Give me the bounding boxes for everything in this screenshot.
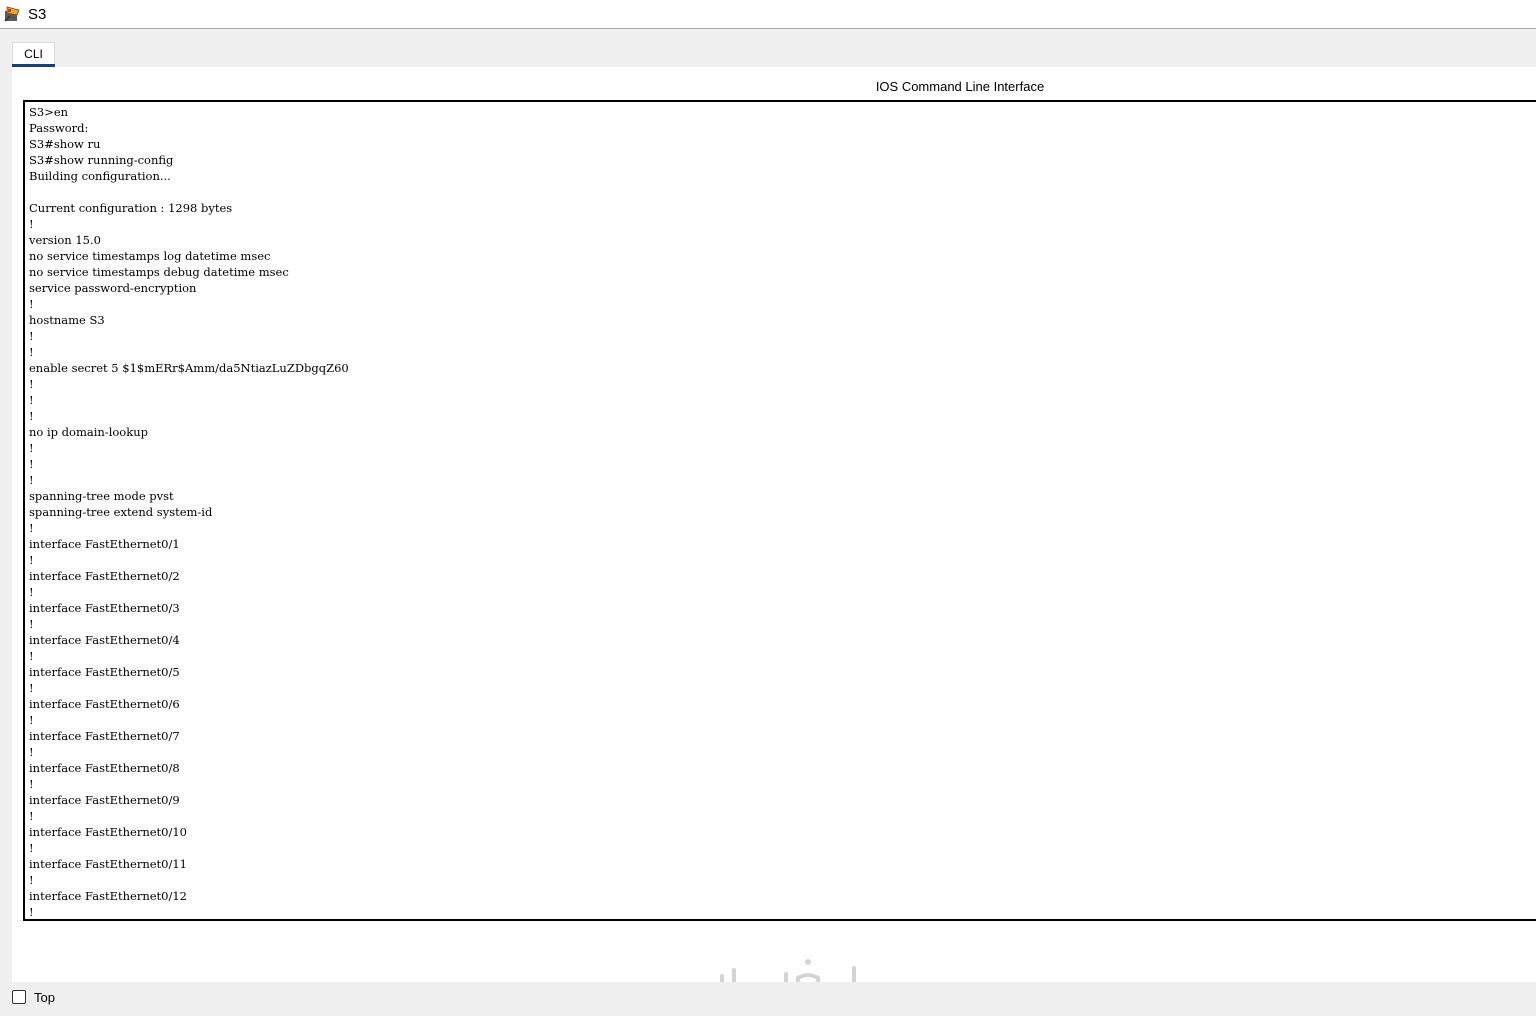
switch-app-icon bbox=[4, 6, 20, 22]
window-title: S3 bbox=[28, 6, 47, 23]
title-bar: S3 bbox=[0, 0, 1536, 29]
top-checkbox[interactable] bbox=[12, 990, 26, 1004]
cli-terminal[interactable]: S3>en Password: S3#show ru S3#show runni… bbox=[23, 100, 1536, 921]
bottom-bar: Top bbox=[0, 982, 1536, 1016]
tab-cli[interactable]: CLI bbox=[12, 42, 55, 64]
cli-heading: IOS Command Line Interface bbox=[875, 79, 1045, 94]
tab-bar: CLI bbox=[0, 30, 1536, 67]
top-checkbox-label[interactable]: Top bbox=[34, 990, 55, 1005]
terminal-output[interactable]: S3>en Password: S3#show ru S3#show runni… bbox=[25, 102, 1536, 919]
